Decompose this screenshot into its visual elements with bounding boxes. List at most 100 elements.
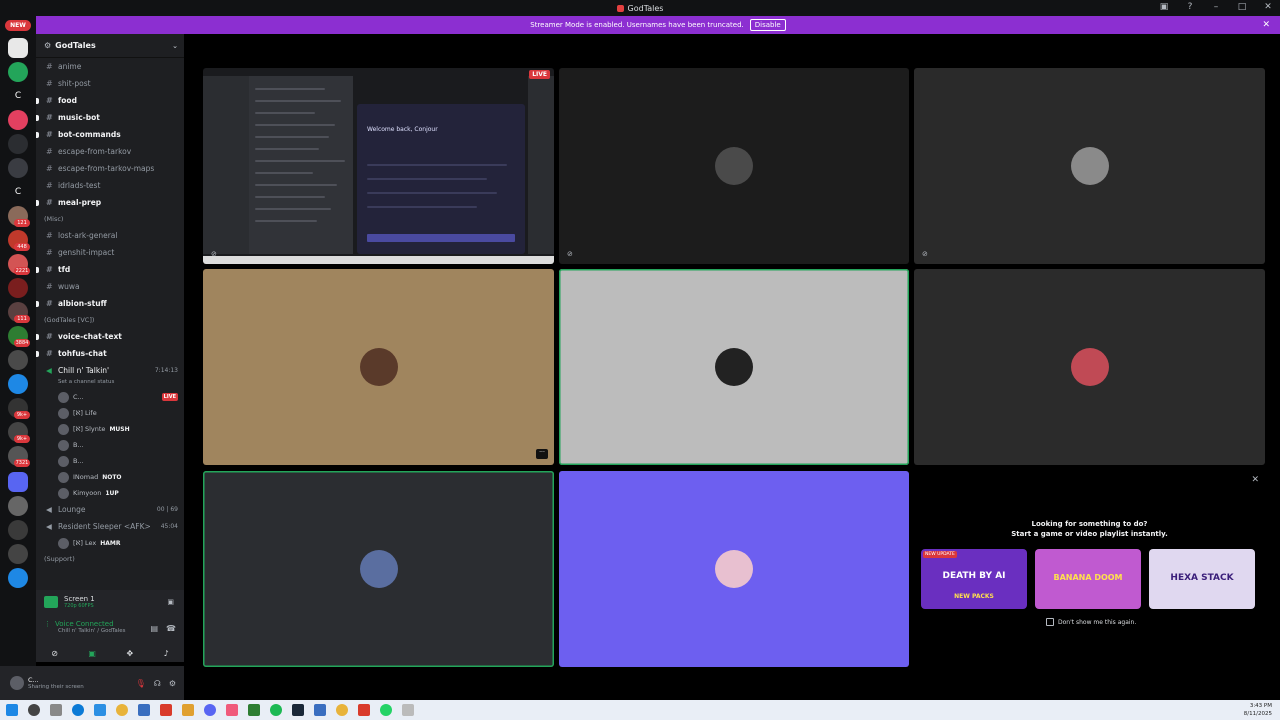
server-icon[interactable]: C bbox=[8, 86, 28, 106]
participant-tile[interactable] bbox=[559, 471, 909, 667]
more-options-icon[interactable]: ··· bbox=[536, 449, 548, 459]
help-icon[interactable]: ? bbox=[1184, 2, 1196, 12]
channel-food[interactable]: # food bbox=[36, 92, 184, 109]
channel-tfd[interactable]: # tfd bbox=[36, 261, 184, 278]
app-icon[interactable] bbox=[314, 704, 326, 716]
category-support[interactable]: (Support) bbox=[36, 551, 184, 567]
avatar[interactable] bbox=[10, 676, 24, 690]
mute-icon[interactable]: 🎙 bbox=[136, 679, 146, 688]
server-icon[interactable]: C bbox=[8, 182, 28, 202]
channel-music-bot[interactable]: # music-bot bbox=[36, 109, 184, 126]
activities-icon[interactable]: ✥ bbox=[126, 649, 133, 658]
channel-genshit-impact[interactable]: # genshit-impact bbox=[36, 244, 184, 261]
app-icon[interactable] bbox=[226, 704, 238, 716]
server-icon[interactable] bbox=[8, 110, 28, 130]
noise-suppression-icon[interactable]: ▤ bbox=[150, 624, 158, 633]
server-icon[interactable] bbox=[8, 350, 28, 370]
gear-icon[interactable]: ⚙ bbox=[169, 679, 176, 688]
app-icon[interactable] bbox=[358, 704, 370, 716]
camera-off-icon[interactable]: ⊘ bbox=[51, 649, 58, 658]
disable-streamer-mode-button[interactable]: Disable bbox=[749, 19, 786, 31]
spotify-icon[interactable] bbox=[270, 704, 282, 716]
participant-tile[interactable]: ⊘ bbox=[914, 68, 1265, 264]
voice-channel-resident[interactable]: ◀ Resident Sleeper <AFK> 45:04 bbox=[36, 518, 184, 535]
channel-albion-stuff[interactable]: # albion-stuff bbox=[36, 295, 184, 312]
activity-card[interactable]: NEW UPDATE DEATH BY AI NEW PACKS bbox=[921, 549, 1027, 609]
app-icon[interactable] bbox=[248, 704, 260, 716]
category-misc[interactable]: (Misc) bbox=[36, 211, 184, 227]
server-icon[interactable] bbox=[8, 544, 28, 564]
voice-member[interactable]: Kimyoon 1UP bbox=[36, 485, 184, 501]
voice-member[interactable]: [ℵ] Life bbox=[36, 405, 184, 421]
maximize-button[interactable]: □ bbox=[1236, 2, 1248, 12]
channel-idrlads-test[interactable]: # idrlads-test bbox=[36, 177, 184, 194]
server-icon[interactable] bbox=[8, 158, 28, 178]
server-icon[interactable] bbox=[8, 134, 28, 154]
whatsapp-icon[interactable] bbox=[380, 704, 392, 716]
channel-meal-prep[interactable]: # meal-prep bbox=[36, 194, 184, 211]
server-icon[interactable] bbox=[8, 278, 28, 298]
steam-icon[interactable] bbox=[292, 704, 304, 716]
channel-shit-post[interactable]: # shit-post bbox=[36, 75, 184, 92]
channel-wuwa[interactable]: # wuwa bbox=[36, 278, 184, 295]
voice-member[interactable]: B... bbox=[36, 453, 184, 469]
channel-bot-commands[interactable]: # bot-commands bbox=[36, 126, 184, 143]
close-icon[interactable]: ✕ bbox=[1251, 475, 1259, 485]
chrome-icon[interactable] bbox=[336, 704, 348, 716]
user-name[interactable]: C... bbox=[28, 676, 84, 684]
screen-share-icon[interactable]: ▣ bbox=[88, 649, 96, 658]
popout-icon[interactable]: ▣ bbox=[167, 598, 174, 606]
voice-member[interactable]: C... LIVE bbox=[36, 389, 184, 405]
store-icon[interactable] bbox=[138, 704, 150, 716]
edge-icon[interactable] bbox=[72, 704, 84, 716]
close-window-button[interactable]: ✕ bbox=[1262, 2, 1274, 12]
voice-member[interactable]: [ℵ] Slynte MUSH bbox=[36, 421, 184, 437]
app-icon[interactable] bbox=[402, 704, 414, 716]
server-icon[interactable] bbox=[8, 520, 28, 540]
explorer-icon[interactable] bbox=[182, 704, 194, 716]
server-icon[interactable] bbox=[8, 62, 28, 82]
participant-tile[interactable] bbox=[559, 269, 909, 465]
channel-tohfus-chat[interactable]: # tohfus-chat bbox=[36, 345, 184, 362]
server-icon[interactable] bbox=[8, 496, 28, 516]
outlook-icon[interactable] bbox=[94, 704, 106, 716]
chevron-down-icon[interactable]: ⌄ bbox=[172, 42, 178, 50]
search-icon[interactable] bbox=[28, 704, 40, 716]
channel-escape-from-tarkov[interactable]: # escape-from-tarkov bbox=[36, 143, 184, 160]
checkbox[interactable] bbox=[1046, 618, 1054, 626]
folder-icon[interactable] bbox=[8, 472, 28, 492]
participant-tile[interactable] bbox=[914, 269, 1265, 465]
server-header[interactable]: ⚙ GodTales ⌄ bbox=[36, 34, 184, 58]
activity-card[interactable]: BANANA DOOM bbox=[1035, 549, 1141, 609]
voice-member[interactable]: B... bbox=[36, 437, 184, 453]
channel-voice-chat-text[interactable]: # voice-chat-text bbox=[36, 328, 184, 345]
channel-lost-ark-general[interactable]: # lost-ark-general bbox=[36, 227, 184, 244]
server-icon[interactable] bbox=[8, 568, 28, 588]
channel-escape-from-tarkov-maps[interactable]: # escape-from-tarkov-maps bbox=[36, 160, 184, 177]
headphones-icon[interactable]: ☊ bbox=[154, 679, 161, 688]
channel-anime[interactable]: # anime bbox=[36, 58, 184, 75]
screen-share-tile[interactable]: Welcome back, Conjour LIVE ⊘ bbox=[203, 68, 554, 264]
voice-member[interactable]: INomad NOTO bbox=[36, 469, 184, 485]
participant-tile[interactable] bbox=[203, 471, 554, 667]
voice-member[interactable]: [ℵ] Lex HAMR bbox=[36, 535, 184, 551]
discord-icon[interactable] bbox=[204, 704, 216, 716]
participant-tile[interactable]: ··· bbox=[203, 269, 554, 465]
start-icon[interactable] bbox=[6, 704, 18, 716]
task-view-icon[interactable] bbox=[50, 704, 62, 716]
disconnect-icon[interactable]: ☎ bbox=[166, 624, 176, 633]
chrome-icon[interactable] bbox=[116, 704, 128, 716]
server-icon[interactable] bbox=[8, 374, 28, 394]
voice-channel-chill[interactable]: ◀ Chill n' Talkin' 7:14:13 bbox=[36, 362, 184, 379]
channel-status[interactable]: Set a channel status bbox=[36, 379, 184, 389]
brave-icon[interactable] bbox=[160, 704, 172, 716]
new-badge[interactable]: NEW bbox=[5, 20, 31, 31]
system-clock[interactable]: 3:43 PM 8/11/2025 bbox=[1244, 702, 1272, 718]
activity-card[interactable]: HEXA STACK bbox=[1149, 549, 1255, 609]
minimize-button[interactable]: – bbox=[1210, 2, 1222, 12]
direct-messages-icon[interactable] bbox=[8, 38, 28, 58]
participant-tile[interactable]: ⊘ bbox=[559, 68, 909, 264]
category-vc[interactable]: (GodTales [VC]) bbox=[36, 312, 184, 328]
dont-show-again[interactable]: Don't show me this again. bbox=[1046, 618, 1136, 626]
inbox-icon[interactable]: ▣ bbox=[1158, 2, 1170, 12]
